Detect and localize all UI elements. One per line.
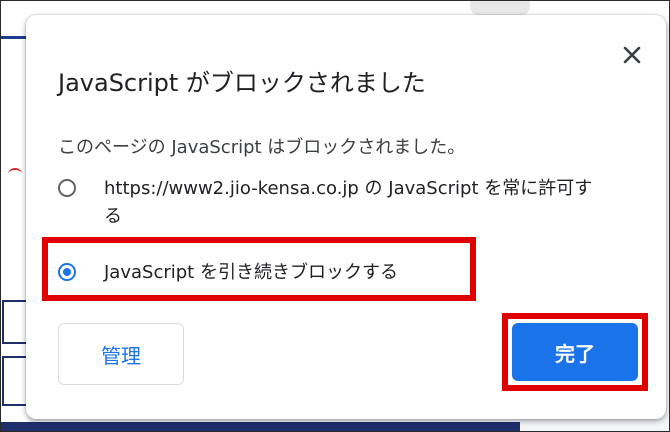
close-button[interactable]: [616, 39, 648, 71]
manage-button[interactable]: 管理: [58, 323, 184, 385]
option-always-allow[interactable]: https://www2.jio-kensa.co.jp の JavaScrip…: [58, 175, 604, 231]
option-always-allow-label: https://www2.jio-kensa.co.jp の JavaScrip…: [104, 178, 593, 227]
done-button[interactable]: 完了: [512, 323, 638, 381]
javascript-blocked-popup: JavaScript がブロックされました このページの JavaScript …: [26, 15, 666, 419]
radio-always-allow[interactable]: [58, 179, 76, 197]
highlight-box-option: [42, 237, 476, 301]
close-icon: [623, 46, 641, 64]
popup-description: このページの JavaScript はブロックされました。: [58, 137, 466, 158]
popup-title: JavaScript がブロックされました: [58, 69, 426, 97]
